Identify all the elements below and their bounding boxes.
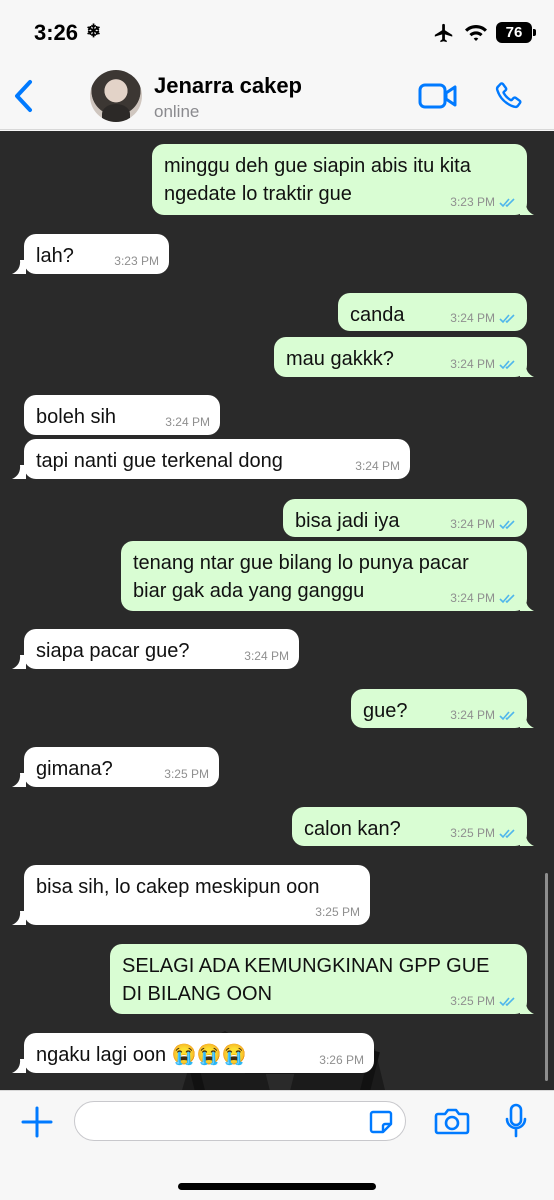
microphone-icon[interactable]	[504, 1103, 528, 1139]
bubble-tail	[520, 1000, 534, 1014]
message-bubble-outgoing[interactable]: SELAGI ADA KEMUNGKINAN GPP GUE DI BILANG…	[110, 944, 527, 1014]
message-bubble-outgoing[interactable]: tenang ntar gue bilang lo punya pacar bi…	[121, 541, 527, 611]
read-receipt-icon	[499, 198, 515, 208]
message-time: 3:26 PM	[319, 1053, 364, 1067]
message-time: 3:24 PM	[244, 649, 289, 663]
bubble-tail	[520, 363, 534, 377]
message-meta: 3:23 PM	[450, 195, 517, 209]
message-meta: 3:25 PM	[450, 994, 517, 1008]
message-bubble-outgoing[interactable]: bisa jadi iya 3:24 PM	[283, 499, 527, 537]
message-meta: 3:26 PM	[319, 1053, 364, 1067]
message-text: bisa sih, lo cakep meskipun oon	[36, 876, 320, 898]
bubble-tail	[12, 465, 26, 479]
camera-icon[interactable]	[434, 1106, 470, 1136]
bubble-tail	[12, 911, 26, 925]
message-text: SELAGI ADA KEMUNGKINAN GPP GUE	[122, 955, 490, 977]
composer-bar	[0, 1090, 554, 1200]
message-bubble-incoming[interactable]: bisa sih, lo cakep meskipun oon 3:25 PM	[24, 865, 370, 925]
message-text: tapi nanti gue terkenal dong	[36, 450, 283, 472]
message-bubble-incoming[interactable]: tapi nanti gue terkenal dong 3:24 PM	[24, 439, 410, 479]
message-time: 3:24 PM	[450, 591, 495, 605]
bubble-tail	[520, 714, 534, 728]
read-receipt-icon	[499, 360, 515, 370]
message-time: 3:23 PM	[114, 254, 159, 268]
message-bubble-incoming[interactable]: gimana? 3:25 PM	[24, 747, 219, 787]
message-bubble-incoming[interactable]: ngaku lagi oon 😭😭😭 3:26 PM	[24, 1033, 374, 1073]
message-meta: 3:24 PM	[450, 708, 517, 722]
read-receipt-icon	[499, 314, 515, 324]
chat-scrollbar[interactable]	[545, 873, 548, 1081]
message-meta: 3:24 PM	[450, 357, 517, 371]
wifi-icon	[465, 25, 487, 41]
message-meta: 3:24 PM	[165, 415, 210, 429]
battery-indicator: 76	[496, 22, 536, 43]
chat-area[interactable]: minggu deh gue siapin abis itu kita nged…	[0, 131, 554, 1091]
bubble-tail	[12, 260, 26, 274]
status-bar: 3:26 ❄ 76	[0, 0, 554, 58]
read-receipt-icon	[499, 997, 515, 1007]
message-text: minggu deh gue siapin abis itu kita	[164, 155, 471, 177]
message-time: 3:25 PM	[450, 826, 495, 840]
message-time: 3:24 PM	[450, 311, 495, 325]
message-time: 3:25 PM	[450, 994, 495, 1008]
read-receipt-icon	[499, 829, 515, 839]
message-time: 3:25 PM	[315, 905, 360, 919]
message-time: 3:24 PM	[450, 517, 495, 531]
message-bubble-outgoing[interactable]: canda 3:24 PM	[338, 293, 527, 331]
bubble-tail	[12, 773, 26, 787]
contact-name[interactable]: Jenarra cakep	[154, 73, 302, 99]
status-time: 3:26	[34, 20, 79, 45]
airplane-mode-icon	[434, 23, 453, 43]
message-time: 3:24 PM	[450, 708, 495, 722]
bubble-tail	[520, 597, 534, 611]
bubble-tail	[12, 655, 26, 669]
bubble-tail	[520, 201, 534, 215]
video-call-icon[interactable]	[418, 82, 458, 110]
message-bubble-incoming[interactable]: boleh sih 3:24 PM	[24, 395, 220, 435]
message-meta: 3:24 PM	[450, 311, 517, 325]
message-meta: 3:25 PM	[164, 767, 209, 781]
message-bubble-outgoing[interactable]: mau gakkk? 3:24 PM	[274, 337, 527, 377]
message-bubble-incoming[interactable]: lah? 3:23 PM	[24, 234, 169, 274]
message-meta: 3:24 PM	[355, 459, 400, 473]
message-time: 3:23 PM	[450, 195, 495, 209]
message-bubble-outgoing[interactable]: minggu deh gue siapin abis itu kita nged…	[152, 144, 527, 215]
sticker-icon[interactable]	[368, 1109, 394, 1135]
message-input[interactable]	[74, 1101, 406, 1141]
message-bubble-incoming[interactable]: siapa pacar gue? 3:24 PM	[24, 629, 299, 669]
home-indicator[interactable]	[178, 1183, 376, 1190]
bubble-tail	[12, 1059, 26, 1073]
snowflake-icon: ❄	[86, 21, 102, 41]
contact-status: online	[154, 102, 200, 121]
message-text: ngaku lagi oon 😭😭😭	[36, 1044, 247, 1066]
message-meta: 3:25 PM	[315, 905, 360, 919]
message-bubble-outgoing[interactable]: gue? 3:24 PM	[351, 689, 527, 728]
plus-icon[interactable]	[20, 1105, 54, 1139]
message-text: tenang ntar gue bilang lo punya pacar	[133, 552, 469, 574]
avatar[interactable]	[90, 70, 142, 122]
read-receipt-icon	[499, 594, 515, 604]
chat-header: Jenarra cakep online	[0, 58, 554, 130]
bubble-tail	[520, 832, 534, 846]
message-meta: 3:24 PM	[450, 591, 517, 605]
message-time: 3:24 PM	[355, 459, 400, 473]
message-time: 3:24 PM	[450, 357, 495, 371]
message-meta: 3:25 PM	[450, 826, 517, 840]
phone-call-icon[interactable]	[492, 80, 524, 112]
read-receipt-icon	[499, 711, 515, 721]
message-time: 3:25 PM	[164, 767, 209, 781]
message-bubble-outgoing[interactable]: calon kan? 3:25 PM	[292, 807, 527, 846]
message-time: 3:24 PM	[165, 415, 210, 429]
chevron-left-icon[interactable]	[10, 78, 38, 114]
message-meta: 3:24 PM	[244, 649, 289, 663]
message-meta: 3:23 PM	[114, 254, 159, 268]
read-receipt-icon	[499, 520, 515, 530]
message-meta: 3:24 PM	[450, 517, 517, 531]
